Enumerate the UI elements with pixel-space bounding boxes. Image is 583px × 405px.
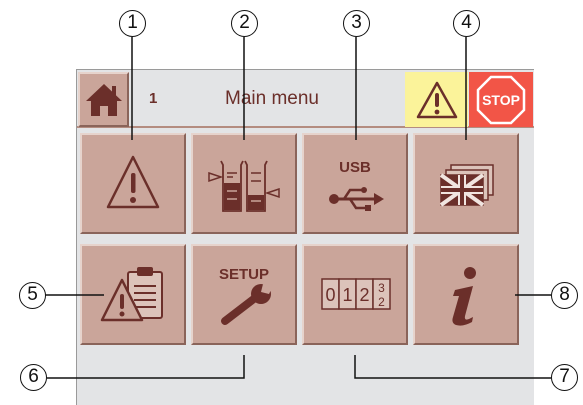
- callout-4: 4: [453, 10, 480, 37]
- callout-2: 2: [231, 10, 258, 37]
- callout-leader-lines: [45, 37, 551, 379]
- callout-8: 8: [551, 282, 578, 309]
- callout-1: 1: [119, 10, 146, 37]
- callout-7: 7: [551, 364, 578, 391]
- callout-3: 3: [343, 10, 370, 37]
- callout-6: 6: [20, 364, 47, 391]
- callout-5: 5: [19, 282, 46, 309]
